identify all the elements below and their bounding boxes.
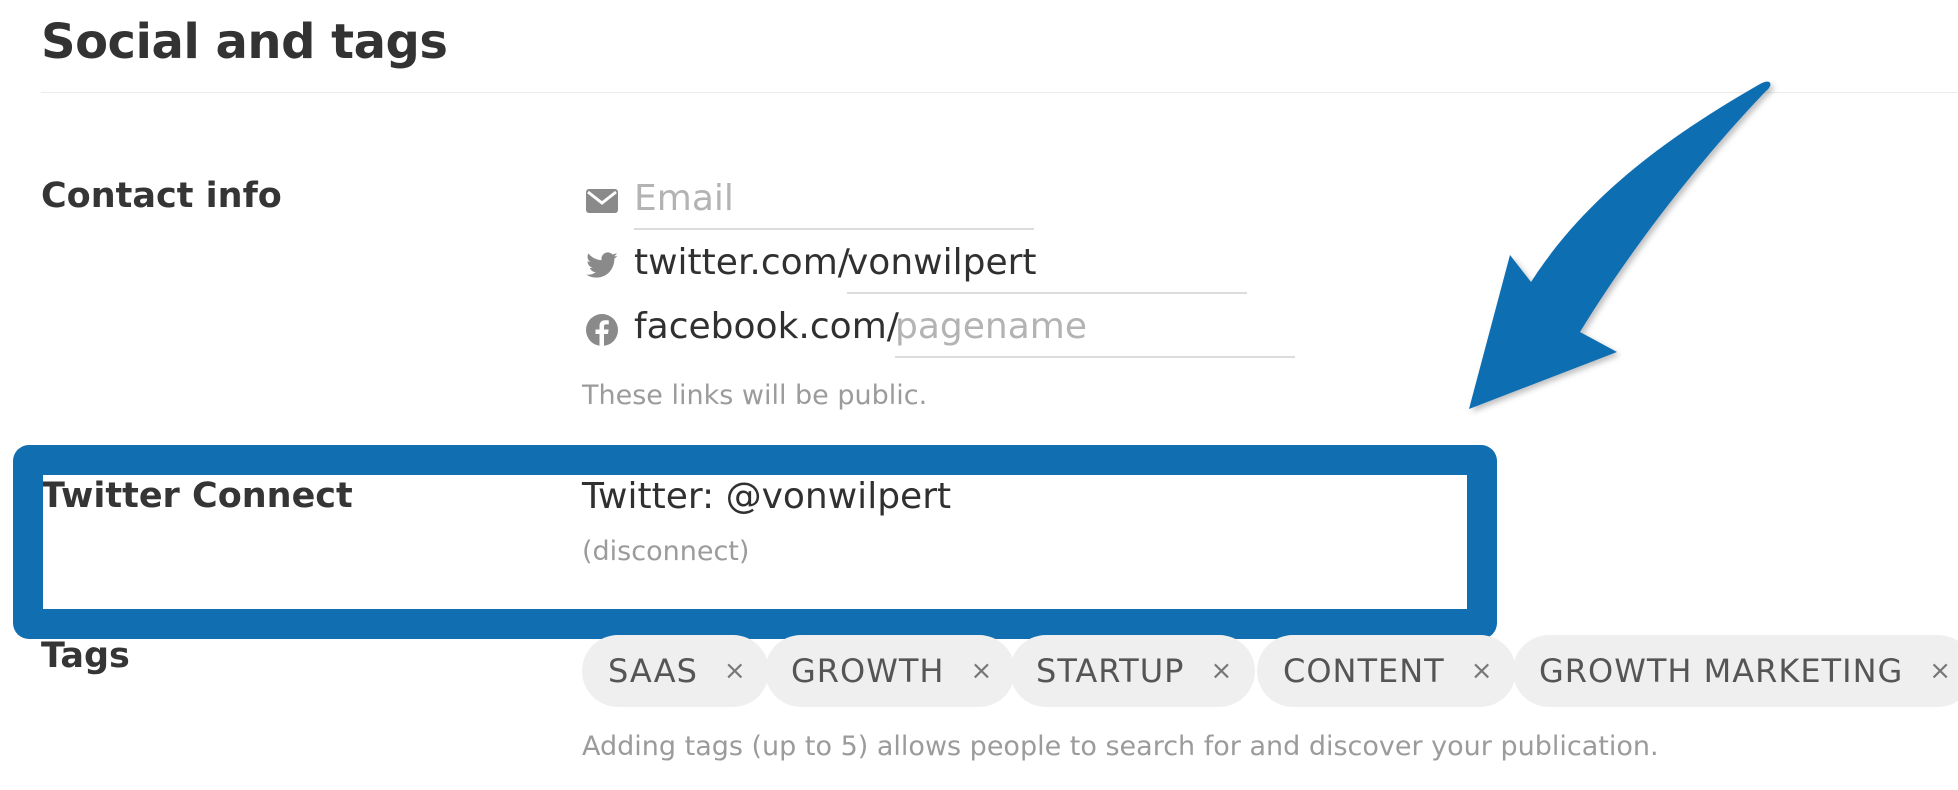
tag-chip: CONTENT × — [1257, 635, 1516, 707]
twitter-connect-status: Twitter: @vonwilpert — [582, 476, 952, 517]
tags-hint: Adding tags (up to 5) allows people to s… — [582, 731, 1659, 762]
contact-info-label: Contact info — [41, 176, 282, 216]
tag-label: CONTENT — [1283, 652, 1445, 690]
email-input[interactable]: Email — [634, 178, 734, 219]
facebook-url-prefix: facebook.com/ — [634, 306, 899, 347]
tag-chip: GROWTH × — [765, 635, 1016, 707]
tag-remove-icon[interactable]: × — [1471, 656, 1494, 686]
tag-remove-icon[interactable]: × — [1929, 656, 1952, 686]
facebook-page-input[interactable]: pagename — [895, 306, 1087, 347]
tags-label: Tags — [41, 636, 130, 676]
contact-hint: These links will be public. — [582, 380, 928, 411]
tag-label: SAAS — [608, 652, 698, 690]
twitter-handle-input[interactable]: vonwilpert — [847, 242, 1037, 283]
twitter-url-prefix: twitter.com/ — [634, 242, 850, 283]
tag-chip: STARTUP × — [1010, 635, 1256, 707]
twitter-connect-label: Twitter Connect — [41, 476, 353, 516]
page-title: Social and tags — [41, 14, 448, 70]
facebook-underline — [895, 356, 1295, 358]
disconnect-link[interactable]: (disconnect) — [582, 536, 749, 567]
tag-label: GROWTH MARKETING — [1539, 652, 1904, 690]
tag-label: STARTUP — [1036, 652, 1185, 690]
tag-remove-icon[interactable]: × — [1210, 656, 1233, 686]
twitter-underline — [847, 292, 1247, 294]
envelope-icon — [586, 189, 618, 213]
highlight-box — [13, 445, 1497, 639]
tag-remove-icon[interactable]: × — [724, 656, 747, 686]
tag-remove-icon[interactable]: × — [970, 656, 993, 686]
twitter-bird-icon — [586, 252, 618, 278]
tag-chip: SAAS × — [582, 635, 769, 707]
email-underline — [634, 228, 1034, 230]
tag-label: GROWTH — [791, 652, 945, 690]
facebook-icon — [586, 314, 618, 347]
annotation-arrow-icon — [1469, 81, 1771, 409]
tag-chip: GROWTH MARKETING × — [1513, 635, 1958, 707]
